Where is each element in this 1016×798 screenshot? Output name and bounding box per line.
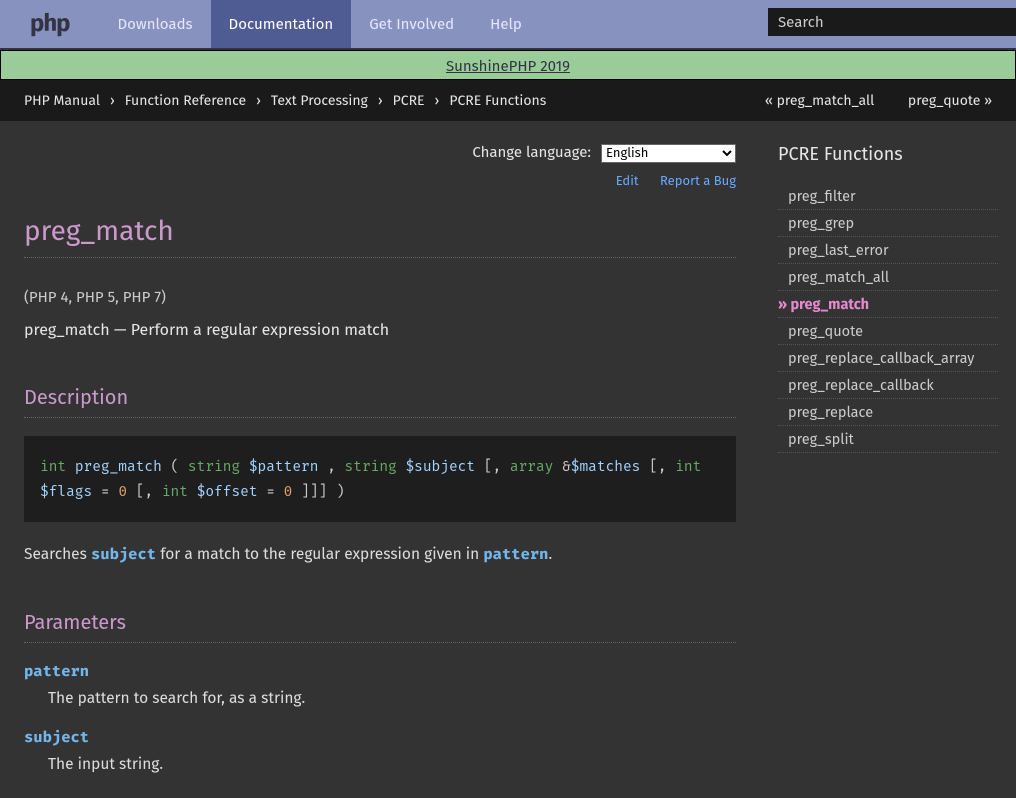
param-var: $pattern (249, 457, 319, 475)
param-desc-subject: The input string. (48, 754, 736, 777)
description-heading: Description (24, 383, 736, 418)
parameters-heading: Parameters (24, 608, 736, 643)
param-type: string (345, 457, 397, 475)
param-var: $subject (405, 457, 475, 475)
prev-next-nav: « preg_match_all preg_quote » (735, 92, 992, 109)
sidebar-item-preg-split[interactable]: preg_split (778, 426, 998, 453)
param-type: array (510, 457, 554, 475)
desc-post: . (548, 546, 552, 564)
param-type: string (188, 457, 240, 475)
language-label: Change language: (472, 143, 591, 161)
edit-links-row: Edit Report a Bug (24, 172, 736, 192)
return-type: int (40, 457, 66, 475)
nav-help[interactable]: Help (472, 0, 540, 48)
sidebar-item-label: preg_match (791, 295, 870, 313)
syn-open: ( (162, 457, 188, 475)
param-name-pattern: pattern (24, 661, 736, 684)
language-selector-row: Change language: English (24, 141, 736, 164)
breadcrumb-function-reference[interactable]: Function Reference (125, 92, 246, 109)
sidebar-item-preg-match-all[interactable]: preg_match_all (778, 264, 998, 291)
breadcrumb-sep: › (378, 92, 383, 109)
purpose-funcname: preg_match (24, 321, 110, 340)
breadcrumb-sep: › (435, 92, 440, 109)
top-navigation: php Downloads Documentation Get Involved… (0, 0, 1016, 48)
sidebar-heading: PCRE Functions (778, 143, 998, 165)
main-content: Change language: English Edit Report a B… (0, 121, 760, 798)
nav-get-involved[interactable]: Get Involved (351, 0, 472, 48)
purpose-text: Perform a regular expression match (131, 321, 389, 340)
sidebar-item-preg-replace[interactable]: preg_replace (778, 399, 998, 426)
purpose-line: preg_match — Perform a regular expressio… (24, 319, 736, 343)
prev-link[interactable]: « preg_match_all (765, 92, 874, 109)
breadcrumb-pcre-functions[interactable]: PCRE Functions (449, 92, 546, 109)
sidebar-item-label: preg_grep (788, 214, 854, 232)
description-text: Searches subject for a match to the regu… (24, 544, 736, 567)
param-init: 0 (118, 482, 127, 500)
sidebar-item-preg-match[interactable]: » preg_match (778, 291, 998, 318)
search-input[interactable] (768, 8, 1016, 36)
event-banner-link[interactable]: SunshinePHP 2019 (446, 57, 570, 75)
sidebar: PCRE Functions preg_filter preg_grep pre… (760, 121, 1016, 798)
purpose-dash: — (110, 321, 131, 340)
sidebar-item-preg-last-error[interactable]: preg_last_error (778, 237, 998, 264)
sidebar-item-label: preg_replace_callback (788, 376, 934, 394)
breadcrumb-bar: PHP Manual › Function Reference › Text Pro… (0, 80, 1016, 121)
breadcrumb: PHP Manual › Function Reference › Text Pro… (24, 92, 546, 109)
breadcrumb-pcre[interactable]: PCRE (393, 92, 425, 109)
parameters-list: pattern The pattern to search for, as a … (24, 661, 736, 778)
sidebar-item-preg-quote[interactable]: preg_quote (778, 318, 998, 345)
sidebar-nav: preg_filter preg_grep preg_last_error pr… (778, 183, 998, 453)
syn-close: ]]] ) (292, 482, 344, 500)
next-link[interactable]: preg_quote » (908, 92, 992, 109)
layout: Change language: English Edit Report a B… (0, 121, 1016, 798)
sidebar-item-label: preg_replace (788, 403, 873, 421)
desc-subject: subject (91, 546, 156, 564)
syn-opt: [, (640, 457, 675, 475)
nav-documentation[interactable]: Documentation (211, 0, 352, 48)
event-banner: SunshinePHP 2019 (0, 50, 1016, 80)
sidebar-item-label: preg_split (788, 430, 854, 448)
breadcrumb-sep: › (110, 92, 115, 109)
syn-opt: [, (127, 482, 162, 500)
syn-eq: = (92, 482, 118, 500)
param-desc-pattern: The pattern to search for, as a string. (48, 688, 736, 711)
language-select[interactable]: English (601, 144, 736, 163)
nav-downloads[interactable]: Downloads (100, 0, 211, 48)
desc-mid: for a match to the regular expression gi… (156, 546, 483, 564)
sidebar-item-label: preg_filter (788, 187, 856, 205)
param-var: $matches (571, 457, 641, 475)
syn-ref: & (562, 457, 571, 475)
syn-opt: [, (475, 457, 510, 475)
report-bug-link[interactable]: Report a Bug (660, 174, 736, 189)
sidebar-item-preg-replace-callback[interactable]: preg_replace_callback (778, 372, 998, 399)
method-name: preg_match (75, 457, 162, 475)
breadcrumb-text-processing[interactable]: Text Processing (271, 92, 368, 109)
method-synopsis: int preg_match ( string $pattern , strin… (24, 436, 736, 523)
param-name-subject: subject (24, 727, 736, 750)
param-var: $flags (40, 482, 92, 500)
sidebar-item-preg-grep[interactable]: preg_grep (778, 210, 998, 237)
breadcrumb-php-manual[interactable]: PHP Manual (24, 92, 100, 109)
page-title: preg_match (24, 211, 736, 258)
php-logo[interactable]: php (0, 0, 100, 48)
edit-link[interactable]: Edit (616, 174, 639, 189)
breadcrumb-sep: › (256, 92, 261, 109)
desc-pattern: pattern (483, 546, 548, 564)
sidebar-item-preg-replace-callback-array[interactable]: preg_replace_callback_array (778, 345, 998, 372)
desc-pre: Searches (24, 546, 91, 564)
sidebar-item-label: preg_replace_callback_array (788, 349, 974, 367)
sidebar-item-label: preg_last_error (788, 241, 889, 259)
sidebar-item-preg-filter[interactable]: preg_filter (778, 183, 998, 210)
param-var: $offset (197, 482, 258, 500)
param-type: int (675, 457, 701, 475)
sidebar-item-label: preg_match_all (788, 268, 889, 286)
version-info: (PHP 4, PHP 5, PHP 7) (24, 286, 736, 309)
param-type: int (162, 482, 188, 500)
syn-eq: = (258, 482, 284, 500)
sidebar-item-label: preg_quote (788, 322, 863, 340)
syn-comma: , (318, 457, 344, 475)
current-marker-icon: » (778, 295, 791, 313)
